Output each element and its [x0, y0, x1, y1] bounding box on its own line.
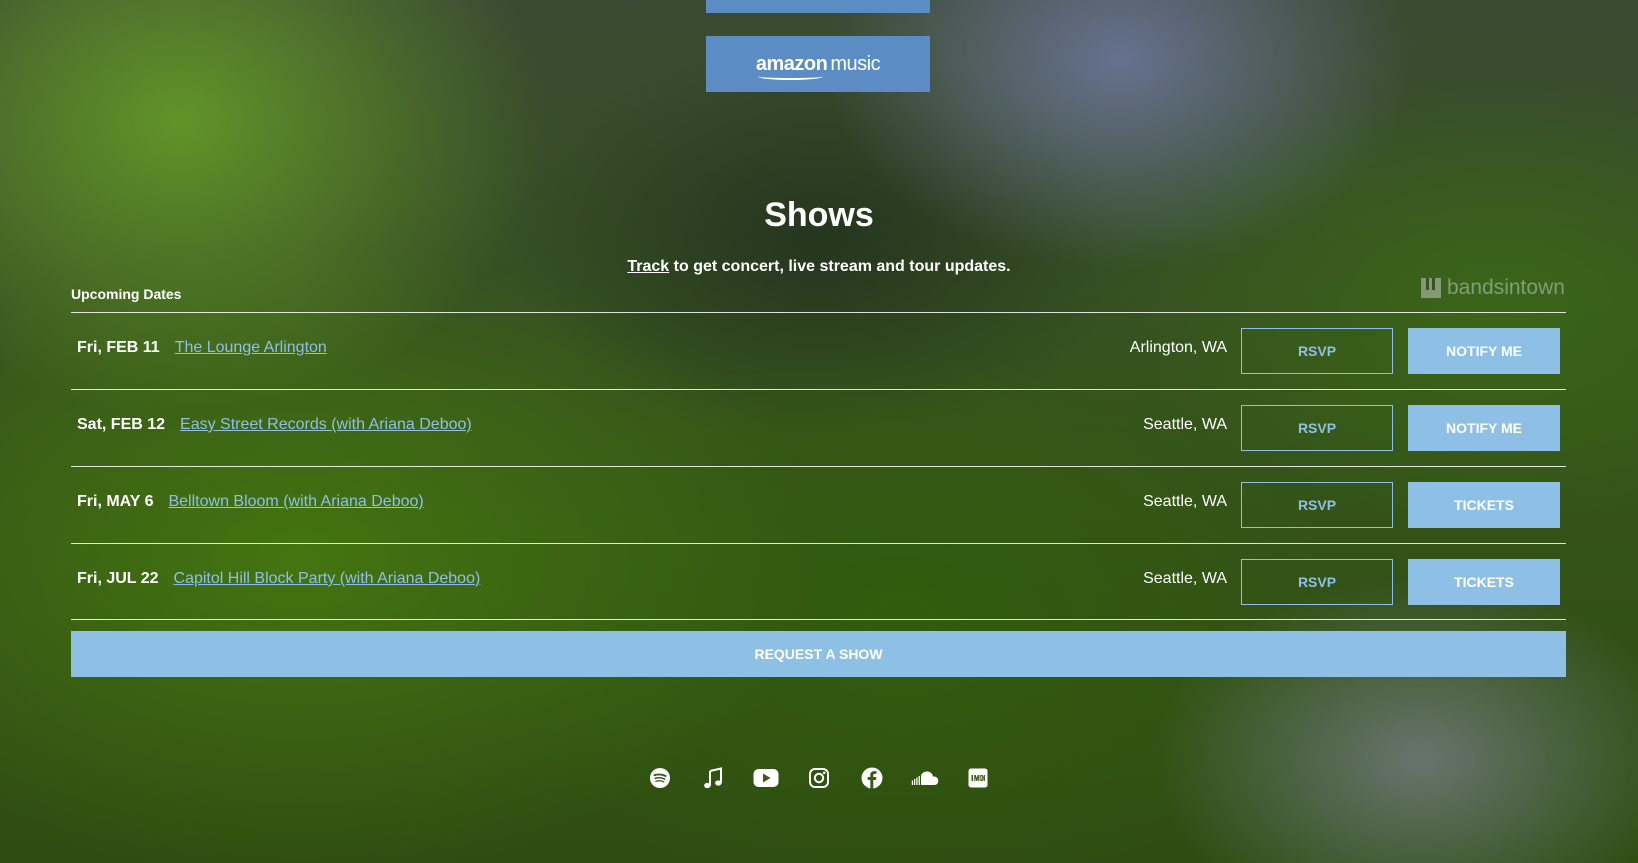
social-links	[0, 766, 1638, 790]
shows-title: Shows	[764, 196, 874, 234]
track-prompt: Track to get concert, live stream and to…	[0, 258, 1638, 276]
rsvp-button[interactable]: RSVP	[1241, 405, 1393, 451]
event-venue-link[interactable]: The Lounge Arlington	[175, 339, 327, 357]
amazon-logo-text: amazon	[755, 52, 828, 80]
rsvp-button[interactable]: RSVP	[1241, 558, 1393, 605]
event-venue-link[interactable]: Belltown Bloom (with Ariana Deboo)	[168, 493, 423, 511]
track-link[interactable]: Track	[627, 258, 669, 275]
event-row: Fri, JUL 22 Capitol Hill Block Party (wi…	[71, 543, 1566, 620]
event-location: Arlington, WA	[1129, 339, 1227, 356]
track-text: to get concert, live stream and tour upd…	[669, 258, 1011, 275]
spotify-icon[interactable]	[634, 766, 687, 790]
bandsintown-wordmark: bandsintown	[1447, 276, 1565, 299]
amazon-music-text: music	[830, 52, 881, 75]
event-date: Fri, MAY 6	[77, 493, 154, 510]
notify-me-button[interactable]: NOTIFY ME	[1408, 328, 1560, 374]
imdb-icon[interactable]	[952, 766, 1005, 790]
rsvp-button[interactable]: RSVP	[1241, 328, 1393, 374]
event-location: Seattle, WA	[1143, 416, 1227, 433]
music-note-icon[interactable]	[687, 766, 740, 790]
bandsintown-icon	[1421, 278, 1441, 298]
bandsintown-logo[interactable]: bandsintown	[1421, 276, 1565, 300]
tickets-button[interactable]: TICKETS	[1408, 558, 1560, 605]
event-venue-link[interactable]: Capitol Hill Block Party (with Ariana De…	[174, 570, 481, 588]
facebook-icon[interactable]	[846, 766, 899, 790]
event-date: Fri, FEB 11	[77, 339, 160, 356]
event-list: Fri, FEB 11 The Lounge Arlington Arlingt…	[71, 312, 1566, 620]
youtube-icon[interactable]	[740, 766, 793, 790]
event-date: Fri, JUL 22	[77, 569, 159, 587]
tickets-button[interactable]: TICKETS	[1408, 482, 1560, 528]
event-row: Sat, FEB 12 Easy Street Records (with Ar…	[71, 389, 1566, 466]
event-venue-link[interactable]: Easy Street Records (with Ariana Deboo)	[180, 416, 472, 434]
event-location: Seattle, WA	[1143, 569, 1227, 587]
event-row: Fri, FEB 11 The Lounge Arlington Arlingt…	[71, 312, 1566, 389]
rsvp-button[interactable]: RSVP	[1241, 482, 1393, 528]
notify-me-button[interactable]: NOTIFY ME	[1408, 405, 1560, 451]
request-a-show-button[interactable]: REQUEST A SHOW	[71, 631, 1566, 677]
streaming-button-top[interactable]	[706, 0, 930, 13]
instagram-icon[interactable]	[793, 766, 846, 790]
event-location: Seattle, WA	[1143, 493, 1227, 510]
event-row: Fri, MAY 6 Belltown Bloom (with Ariana D…	[71, 466, 1566, 543]
event-date: Sat, FEB 12	[77, 416, 166, 433]
amazon-music-button[interactable]: amazon music	[706, 36, 930, 92]
soundcloud-icon[interactable]	[899, 766, 952, 790]
upcoming-dates-label: Upcoming Dates	[71, 286, 182, 302]
